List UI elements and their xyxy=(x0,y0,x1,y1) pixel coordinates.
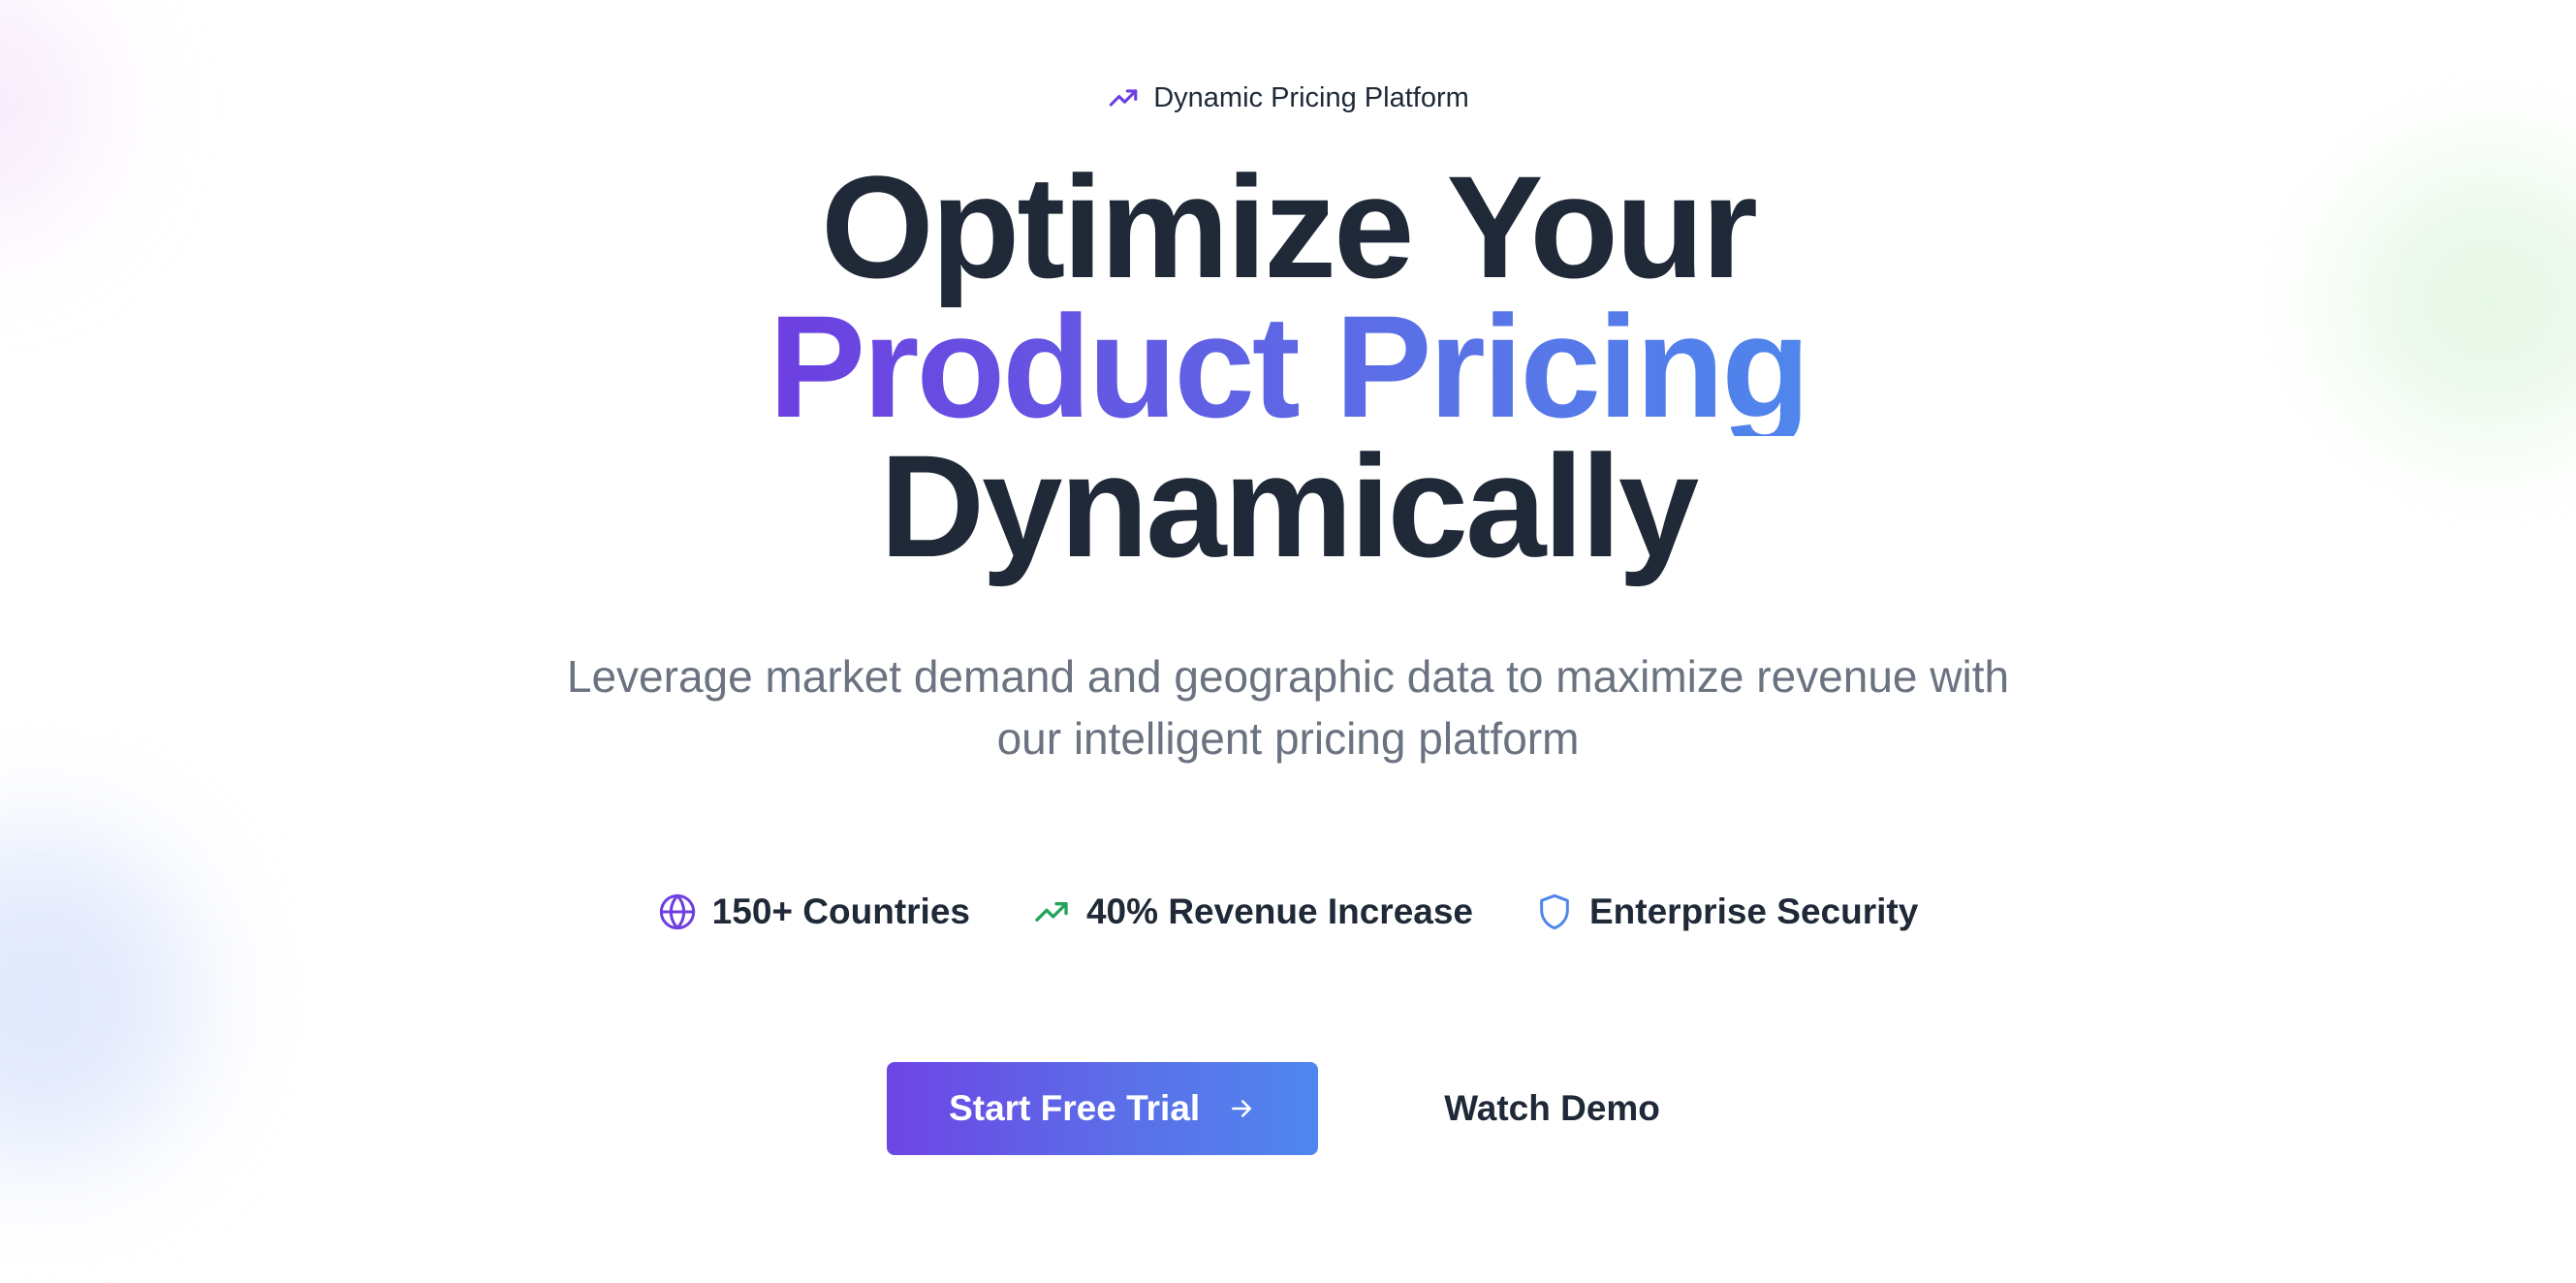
feature-list: 150+ Countries 40% Revenue Increase Ente… xyxy=(658,892,1918,932)
feature-revenue: 40% Revenue Increase xyxy=(1032,892,1473,932)
feature-security: Enterprise Security xyxy=(1535,892,1918,932)
trending-up-icon xyxy=(1109,89,1138,107)
start-free-trial-button[interactable]: Start Free Trial xyxy=(887,1062,1319,1155)
hero-title: Optimize Your Product Pricing Dynamicall… xyxy=(769,145,1810,587)
arrow-right-icon xyxy=(1232,1100,1252,1117)
hero-title-line-1: Optimize Your xyxy=(821,145,1758,308)
start-free-trial-label: Start Free Trial xyxy=(949,1088,1201,1128)
shield-icon xyxy=(1540,893,1569,930)
cta-actions: Start Free Trial Watch Demo xyxy=(887,1062,1689,1155)
badge-label: Dynamic Pricing Platform xyxy=(1153,81,1469,113)
watch-demo-button[interactable]: Watch Demo xyxy=(1415,1062,1689,1155)
globe-icon xyxy=(659,893,695,930)
feature-countries: 150+ Countries xyxy=(658,892,970,932)
hero-section: Dynamic Pricing Platform Optimize Your P… xyxy=(0,0,2576,1155)
trending-up-icon xyxy=(1035,902,1068,922)
hero-title-line-3: Dynamically xyxy=(879,424,1699,587)
hero-subtitle: Leverage market demand and geographic da… xyxy=(566,651,2010,764)
feature-label: 40% Revenue Increase xyxy=(1085,892,1473,931)
feature-label: 150+ Countries xyxy=(711,892,970,931)
platform-badge: Dynamic Pricing Platform xyxy=(1107,81,1469,114)
hero-title-line-2-highlight: Product Pricing xyxy=(769,285,1810,448)
landing-page: Dynamic Pricing Platform Optimize Your P… xyxy=(0,0,2576,1283)
feature-label: Enterprise Security xyxy=(1589,892,1919,931)
